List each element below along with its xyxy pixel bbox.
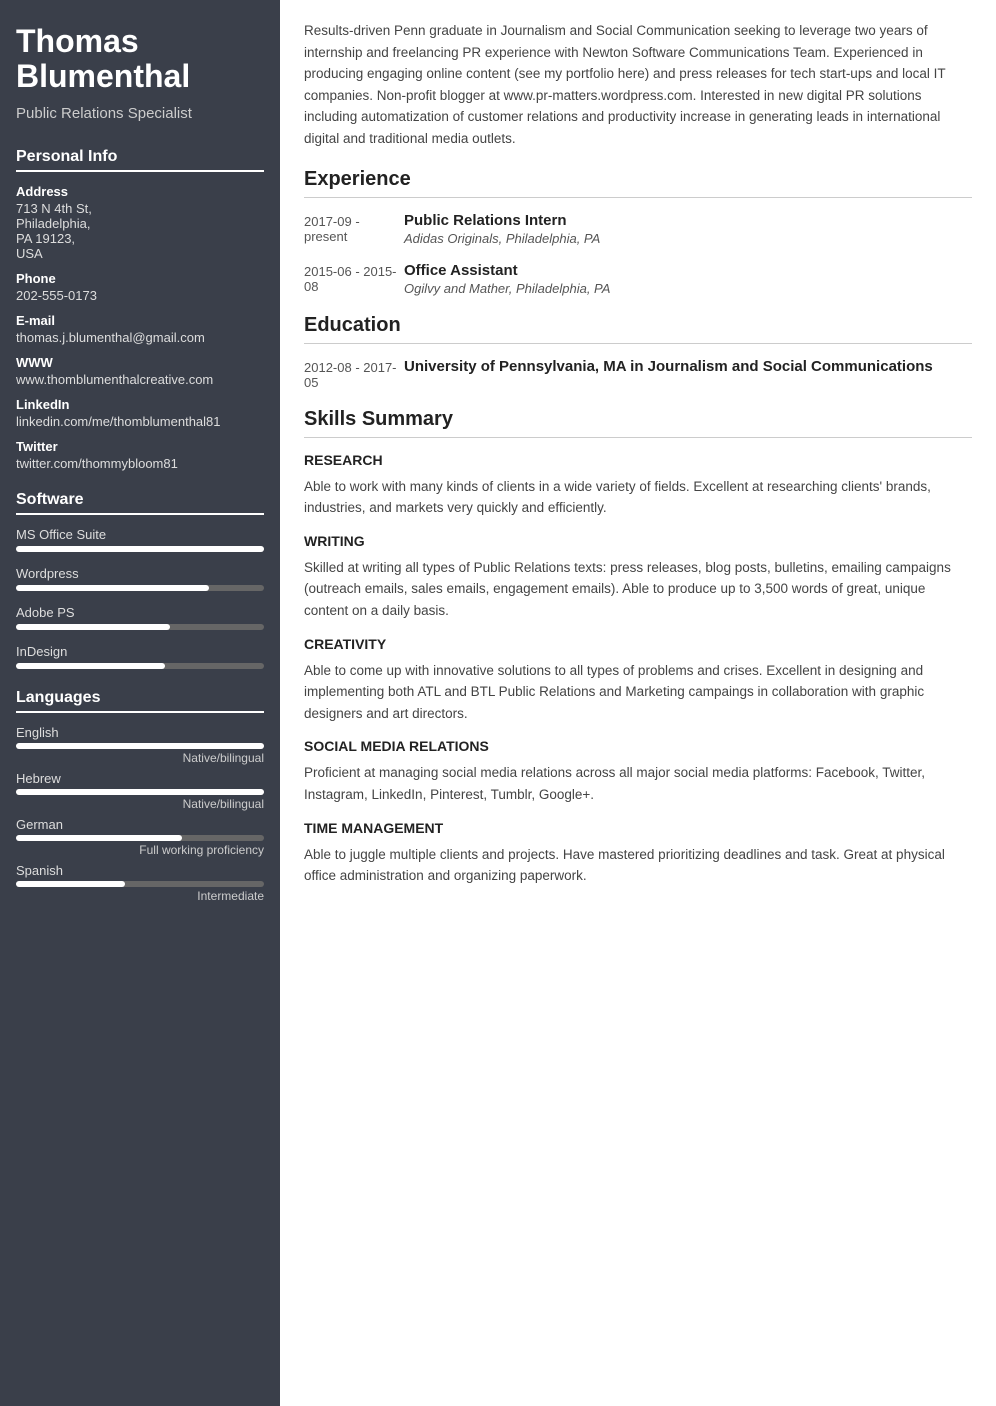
education-title: University of Pennsylvania, MA in Journa… [404, 358, 972, 375]
language-level: Native/bilingual [16, 797, 264, 811]
language-level: Full working proficiency [16, 843, 264, 857]
education-date: 2012-08 - 2017-05 [304, 358, 404, 390]
education-divider [304, 343, 972, 344]
language-item: German Full working proficiency [16, 817, 264, 857]
software-bar-track [16, 546, 264, 552]
skill-name: WRITING [304, 533, 972, 549]
software-name: Wordpress [16, 566, 264, 581]
experience-details: Office Assistant Ogilvy and Mather, Phil… [404, 262, 972, 296]
software-bar-fill [16, 585, 209, 591]
skill-name: RESEARCH [304, 452, 972, 468]
skill-item: TIME MANAGEMENT Able to juggle multiple … [304, 820, 972, 887]
skill-name: TIME MANAGEMENT [304, 820, 972, 836]
software-bar-track [16, 585, 264, 591]
language-name: English [16, 725, 264, 740]
skill-desc: Able to juggle multiple clients and proj… [304, 844, 972, 887]
www-label: WWW [16, 355, 264, 370]
software-bar-track [16, 663, 264, 669]
software-name: Adobe PS [16, 605, 264, 620]
skills-list: RESEARCH Able to work with many kinds of… [304, 452, 972, 887]
main-content: Results-driven Penn graduate in Journali… [280, 0, 996, 1406]
software-bar-track [16, 624, 264, 630]
linkedin-value: linkedin.com/me/thomblumenthal81 [16, 414, 264, 429]
software-item: Adobe PS [16, 605, 264, 630]
twitter-value: twitter.com/thommybloom81 [16, 456, 264, 471]
language-name: German [16, 817, 264, 832]
experience-list: 2017-09 - present Public Relations Inter… [304, 212, 972, 296]
language-bar-fill [16, 743, 264, 749]
education-heading: Education [304, 314, 972, 337]
languages-list: English Native/bilingual Hebrew Native/b… [16, 725, 264, 903]
experience-title: Office Assistant [404, 262, 972, 279]
software-name: InDesign [16, 644, 264, 659]
skills-heading: Skills Summary [304, 408, 972, 431]
sidebar: Thomas Blumenthal Public Relations Speci… [0, 0, 280, 1406]
software-bar-fill [16, 663, 165, 669]
language-item: English Native/bilingual [16, 725, 264, 765]
experience-heading: Experience [304, 168, 972, 191]
skill-desc: Skilled at writing all types of Public R… [304, 557, 972, 622]
experience-row: 2017-09 - present Public Relations Inter… [304, 212, 972, 246]
experience-divider [304, 197, 972, 198]
summary-text: Results-driven Penn graduate in Journali… [304, 20, 972, 150]
language-level: Native/bilingual [16, 751, 264, 765]
experience-title: Public Relations Intern [404, 212, 972, 229]
skill-item: WRITING Skilled at writing all types of … [304, 533, 972, 622]
language-name: Hebrew [16, 771, 264, 786]
software-item: InDesign [16, 644, 264, 669]
education-details: University of Pennsylvania, MA in Journa… [404, 358, 972, 390]
software-item: MS Office Suite [16, 527, 264, 552]
email-label: E-mail [16, 313, 264, 328]
software-heading: Software [16, 491, 264, 515]
candidate-name: Thomas Blumenthal [16, 24, 264, 94]
language-bar-fill [16, 835, 182, 841]
skill-name: SOCIAL MEDIA RELATIONS [304, 738, 972, 754]
education-list: 2012-08 - 2017-05 University of Pennsylv… [304, 358, 972, 390]
language-bar-track [16, 789, 264, 795]
languages-heading: Languages [16, 689, 264, 713]
skill-item: SOCIAL MEDIA RELATIONS Proficient at man… [304, 738, 972, 805]
software-list: MS Office Suite Wordpress Adobe PS InDes… [16, 527, 264, 669]
language-name: Spanish [16, 863, 264, 878]
linkedin-label: LinkedIn [16, 397, 264, 412]
skill-desc: Able to work with many kinds of clients … [304, 476, 972, 519]
software-item: Wordpress [16, 566, 264, 591]
www-value: www.thomblumenthalcreative.com [16, 372, 264, 387]
software-bar-fill [16, 624, 170, 630]
skill-item: RESEARCH Able to work with many kinds of… [304, 452, 972, 519]
language-item: Hebrew Native/bilingual [16, 771, 264, 811]
address-label: Address [16, 184, 264, 199]
education-row: 2012-08 - 2017-05 University of Pennsylv… [304, 358, 972, 390]
twitter-label: Twitter [16, 439, 264, 454]
skill-desc: Able to come up with innovative solution… [304, 660, 972, 725]
candidate-title: Public Relations Specialist [16, 104, 264, 124]
language-level: Intermediate [16, 889, 264, 903]
experience-date: 2017-09 - present [304, 212, 404, 246]
language-bar-track [16, 881, 264, 887]
experience-date: 2015-06 - 2015-08 [304, 262, 404, 296]
personal-info-heading: Personal Info [16, 148, 264, 172]
skill-item: CREATIVITY Able to come up with innovati… [304, 636, 972, 725]
phone-label: Phone [16, 271, 264, 286]
address-value: 713 N 4th St,Philadelphia,PA 19123,USA [16, 201, 264, 261]
language-bar-track [16, 743, 264, 749]
language-item: Spanish Intermediate [16, 863, 264, 903]
email-value: thomas.j.blumenthal@gmail.com [16, 330, 264, 345]
experience-details: Public Relations Intern Adidas Originals… [404, 212, 972, 246]
skill-name: CREATIVITY [304, 636, 972, 652]
phone-value: 202-555-0173 [16, 288, 264, 303]
language-bar-track [16, 835, 264, 841]
experience-company: Ogilvy and Mather, Philadelphia, PA [404, 281, 972, 296]
experience-row: 2015-06 - 2015-08 Office Assistant Ogilv… [304, 262, 972, 296]
language-bar-fill [16, 789, 264, 795]
software-bar-fill [16, 546, 264, 552]
experience-company: Adidas Originals, Philadelphia, PA [404, 231, 972, 246]
software-name: MS Office Suite [16, 527, 264, 542]
skill-desc: Proficient at managing social media rela… [304, 762, 972, 805]
skills-divider [304, 437, 972, 438]
language-bar-fill [16, 881, 125, 887]
